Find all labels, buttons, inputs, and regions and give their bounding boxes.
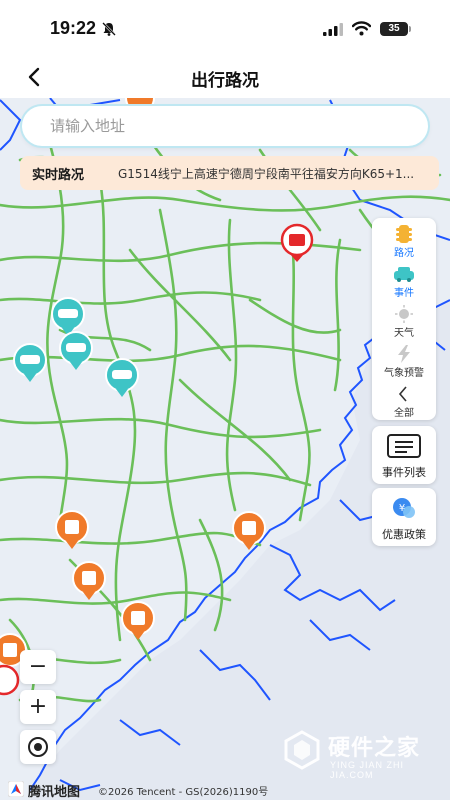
layer-weather-label: 天气 [394,328,414,339]
discount-icon: ¥ [393,498,415,518]
layer-events-label: 事件 [394,288,414,299]
layer-collapse-button[interactable]: 全部 [372,382,436,422]
car-event-marker[interactable] [51,297,85,336]
traffic-light-icon [396,225,412,243]
traffic-banner-tag: 实时路况 [32,168,85,183]
cellular-signal-icon [323,23,343,36]
bell-off-icon [102,22,116,36]
event-list-label: 事件列表 [382,466,426,479]
map-footer: 腾讯地图 ©2026 Tencent - GS(2026)1190号 [0,778,450,800]
search-box[interactable] [22,106,428,146]
layer-collapse-label: 全部 [394,408,414,419]
construction-marker[interactable] [72,561,106,600]
layer-events-button[interactable]: 事件 [372,262,436,302]
lightning-icon [398,345,410,363]
layer-weather-alert-button[interactable]: 气象预警 [372,342,436,382]
watermark-logo-icon [284,730,320,770]
layer-traffic-label: 路况 [394,248,414,259]
car-event-icon [394,267,414,282]
status-bar: 19:22 35 [0,0,450,58]
sun-icon [395,305,413,323]
map-layer-panel: 路况 事件 天气 气象预警 全部 [372,218,436,420]
watermark-subtitle: YING JIAN ZHI JIA.COM [330,760,405,780]
realtime-traffic-banner[interactable]: 实时路况 G1514线宁上高速宁德周宁段南平往福安方向K65+1... [20,156,439,190]
watermark-title: 硬件之家 [328,736,421,761]
construction-marker[interactable] [121,601,155,640]
zoom-out-button[interactable]: − [20,650,56,684]
layer-traffic-button[interactable]: 路况 [372,222,436,262]
event-list-button[interactable]: 事件列表 [372,426,436,484]
list-icon [387,434,421,458]
battery-indicator: 35 [380,22,411,36]
address-search-input[interactable] [50,106,410,146]
watermark: 硬件之家 YING JIAN ZHI JIA.COM [282,728,442,780]
map-brand: 腾讯地图 [28,785,81,800]
page-title: 出行路况 [191,71,259,91]
locate-icon [28,737,48,757]
layer-weather-button[interactable]: 天气 [372,302,436,342]
map-copyright: ©2026 Tencent - GS(2026)1190号 [98,787,269,798]
accident-marker[interactable] [0,664,20,696]
discount-policy-button[interactable]: ¥ 优惠政策 [372,488,436,546]
discount-policy-label: 优惠政策 [382,528,426,541]
wifi-icon [352,21,371,36]
chevron-left-icon [398,386,407,402]
zoom-in-button[interactable]: + [20,690,56,724]
car-event-marker[interactable] [59,331,93,370]
svg-text:¥: ¥ [399,503,405,514]
traffic-banner-text: G1514线宁上高速宁德周宁段南平往福安方向K65+1... [118,167,415,181]
tencent-map-logo-icon [8,781,24,797]
nav-bar: 出行路况 [0,58,450,98]
accident-marker[interactable] [280,223,314,262]
locate-button[interactable] [20,730,56,764]
status-time: 19:22 [50,18,97,38]
car-event-marker[interactable] [13,343,47,382]
layer-weather-alert-label: 气象预警 [384,368,424,379]
car-event-marker[interactable] [105,358,139,397]
